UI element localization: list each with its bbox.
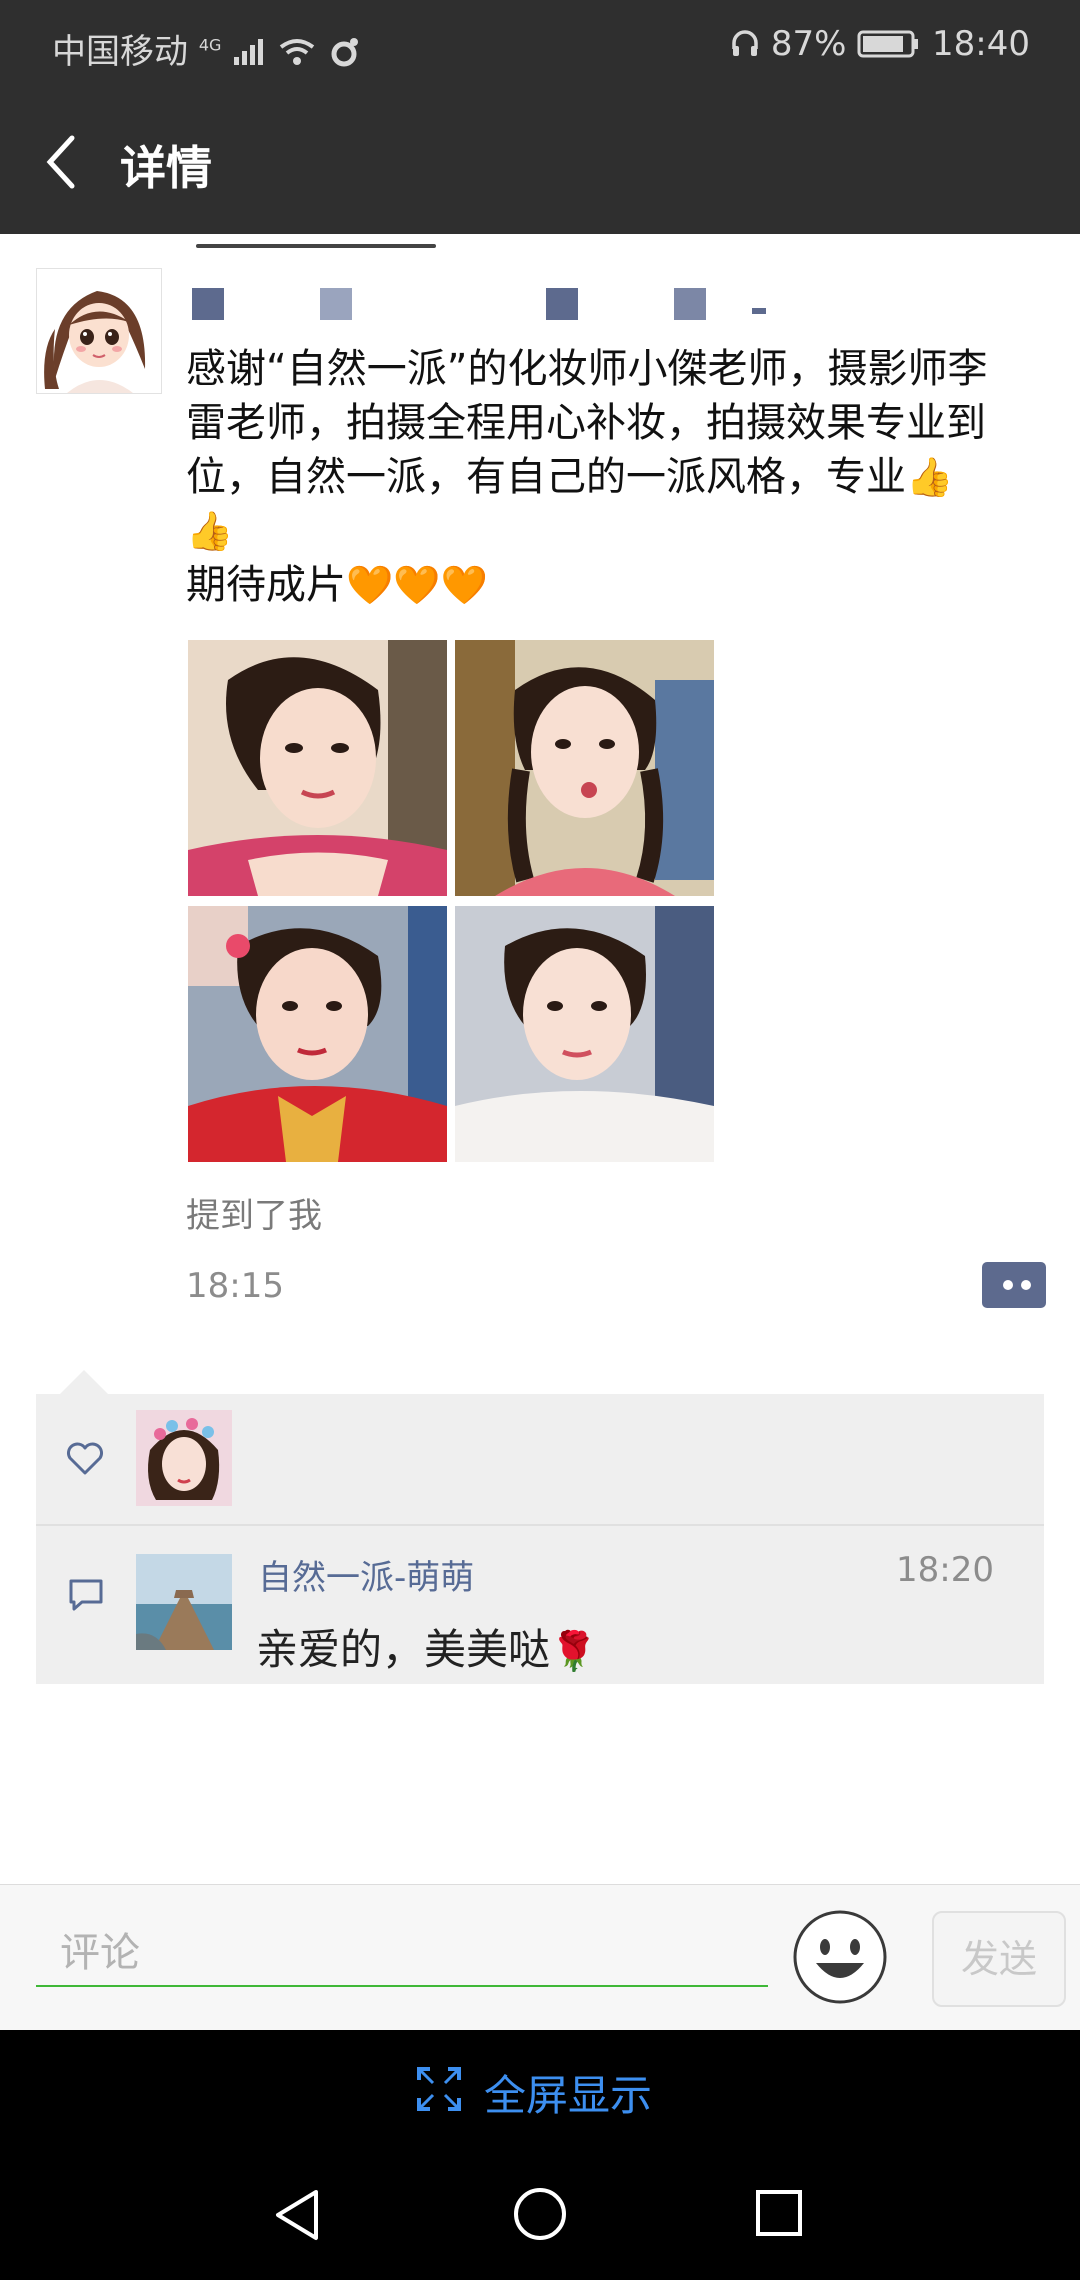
thumbs-up-emoji: 👍 (186, 509, 234, 553)
comment-action-button[interactable] (982, 1262, 1046, 1308)
app-header: 详情 (0, 92, 1080, 234)
post-line: 雷老师，拍摄全程用心补妆，拍摄效果专业到 (186, 400, 986, 446)
nav-recents-icon[interactable] (754, 2188, 804, 2238)
more-dots-icon (982, 1276, 1031, 1294)
wifi-icon (279, 39, 315, 65)
headphones-icon (732, 30, 758, 56)
panel-divider (36, 1524, 1044, 1526)
heart-emoji: 🧡 (440, 563, 488, 607)
pier-landscape-photo (136, 1554, 232, 1650)
portrait-photo (455, 640, 714, 896)
post-photo-4[interactable] (455, 906, 714, 1162)
cartoon-girl-avatar-icon (37, 269, 161, 393)
status-bar: 中国移动 4G 87% 18:40 (0, 0, 1080, 92)
carrier-name: 中国移动 (52, 32, 188, 72)
commenter-name[interactable]: 自然一派-萌萌 (258, 1550, 474, 1599)
emoji-smile-icon[interactable] (792, 1909, 888, 2005)
system-nav-bar (0, 2152, 1080, 2280)
comment-time: 18:20 (896, 1550, 994, 1590)
name-redaction-block (320, 288, 352, 320)
status-left: 中国移动 4G (52, 24, 360, 73)
post-line: 位，自然一派，有自己的一派风格，专业👍 (186, 450, 1026, 504)
nav-back-icon[interactable] (272, 2188, 324, 2242)
rose-emoji: 🌹 (550, 1629, 598, 1673)
status-right: 87% 18:40 (730, 24, 1030, 64)
post-photo-2[interactable] (455, 640, 714, 896)
battery-icon (857, 30, 919, 58)
post-line: 感谢“自然一派”的化妆师小傑老师，摄影师李 (186, 346, 988, 392)
comment-input-bar: 发送 (0, 1884, 1080, 2031)
post-line-text: 期待成片 (186, 562, 346, 608)
name-redaction-block (546, 288, 578, 320)
comment-text[interactable]: 亲爱的，美美哒🌹 (256, 1616, 597, 1677)
post-photo-1[interactable] (188, 640, 447, 896)
name-redaction-mark (196, 244, 436, 248)
heart-emoji: 🧡 (346, 563, 394, 607)
post-line-text: 位，自然一派，有自己的一派风格，专业 (186, 454, 906, 500)
poster-avatar[interactable] (36, 268, 162, 394)
portrait-photo (455, 906, 714, 1162)
panel-pointer (60, 1370, 108, 1394)
nav-home-icon[interactable] (512, 2186, 568, 2242)
battery-percent: 87% (770, 24, 847, 64)
liker-avatar[interactable] (136, 1410, 232, 1506)
expand-icon[interactable] (416, 2066, 462, 2112)
send-button[interactable]: 发送 (932, 1911, 1066, 2007)
post-line: 👍 (186, 504, 1026, 558)
comment-body: 亲爱的，美美哒 (256, 1625, 551, 1674)
heart-like-icon (67, 1442, 103, 1475)
portrait-photo (188, 640, 447, 896)
heart-emoji: 🧡 (393, 563, 441, 607)
name-redaction-block (674, 288, 706, 320)
comment-input[interactable] (36, 1921, 768, 1987)
signal-icon (234, 39, 264, 65)
portrait-photo (188, 906, 447, 1162)
name-redaction-dots (752, 308, 766, 314)
thumbs-up-emoji: 👍 (906, 455, 954, 499)
page-title: 详情 (120, 141, 212, 195)
post-line: 期待成片🧡🧡🧡 (186, 558, 1026, 612)
post-body: 感谢“自然一派”的化妆师小傑老师，摄影师李 雷老师，拍摄全程用心补妆，拍摄效果专… (186, 342, 1026, 612)
commenter-avatar[interactable] (136, 1554, 232, 1650)
comment-bubble-icon (69, 1579, 103, 1611)
post-time: 18:15 (186, 1266, 284, 1306)
location-icon (331, 38, 358, 67)
clock: 18:40 (932, 24, 1030, 64)
fullscreen-bar: 全屏显示 (0, 2030, 1080, 2152)
liker-avatar-photo (136, 1410, 232, 1506)
fullscreen-label[interactable]: 全屏显示 (484, 2062, 652, 2123)
post-photo-3[interactable] (188, 906, 447, 1162)
mentioned-me-label: 提到了我 (186, 1196, 322, 1236)
back-arrow-icon[interactable] (38, 132, 86, 192)
network-type: 4G (198, 35, 222, 55)
name-redaction-block (192, 288, 224, 320)
